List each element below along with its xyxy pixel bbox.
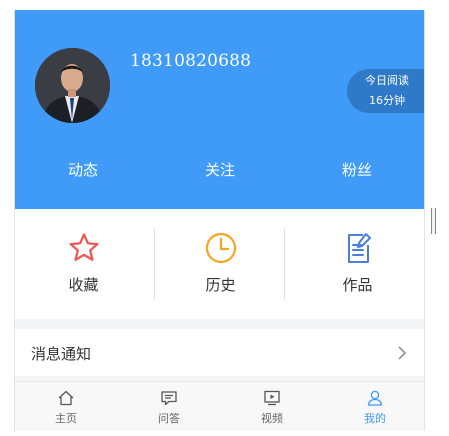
menu-item-label: 消息通知	[31, 345, 92, 363]
stat-following[interactable]: 关注	[170, 159, 270, 180]
tab-home[interactable]: 主页	[15, 382, 117, 431]
message-icon	[161, 391, 177, 406]
avatar[interactable]	[35, 48, 110, 123]
scrollbar[interactable]	[431, 208, 436, 234]
tab-label: 视频	[261, 412, 283, 425]
avatar-photo	[35, 48, 110, 123]
quick-action-history[interactable]: 历史	[152, 209, 289, 319]
quick-action-works[interactable]: 作品	[289, 209, 424, 319]
today-reading-badge[interactable]: 今日阅读 16分钟	[347, 69, 424, 113]
quick-actions: 收藏 历史 作品	[15, 209, 424, 319]
tab-label: 我的	[364, 412, 386, 425]
tab-video[interactable]: 视频	[221, 382, 323, 431]
user-icon	[367, 390, 383, 406]
quick-action-label: 作品	[342, 276, 373, 294]
star-icon	[69, 233, 98, 261]
tab-label: 主页	[55, 412, 77, 425]
clock-icon	[205, 232, 236, 264]
reading-value: 16分钟	[369, 94, 405, 107]
document-edit-icon	[347, 233, 371, 263]
stat-posts[interactable]: 动态	[33, 159, 133, 180]
home-icon	[58, 390, 74, 406]
chevron-right-icon	[398, 346, 407, 360]
reading-label: 今日阅读	[365, 74, 409, 87]
stat-followers[interactable]: 粉丝	[307, 159, 407, 180]
video-icon	[264, 390, 280, 406]
quick-action-label: 历史	[205, 276, 236, 294]
tab-me[interactable]: 我的	[324, 382, 424, 431]
divider	[284, 229, 285, 299]
tab-qa[interactable]: 问答	[118, 382, 220, 431]
app-screen: 18310820688 今日阅读 16分钟 动态 关注 粉丝 收藏 历史 作品 …	[14, 10, 425, 431]
bottom-tab-bar: 主页 问答 视频 我的	[15, 381, 424, 431]
user-phone-number: 18310820688	[130, 51, 252, 71]
menu-item-notifications[interactable]: 消息通知	[15, 329, 424, 376]
profile-header: 18310820688 今日阅读 16分钟 动态 关注 粉丝	[15, 10, 424, 209]
tab-label: 问答	[158, 412, 180, 425]
quick-action-favorites[interactable]: 收藏	[15, 209, 152, 319]
profile-stats: 动态 关注 粉丝	[15, 159, 424, 183]
quick-action-label: 收藏	[68, 276, 99, 294]
